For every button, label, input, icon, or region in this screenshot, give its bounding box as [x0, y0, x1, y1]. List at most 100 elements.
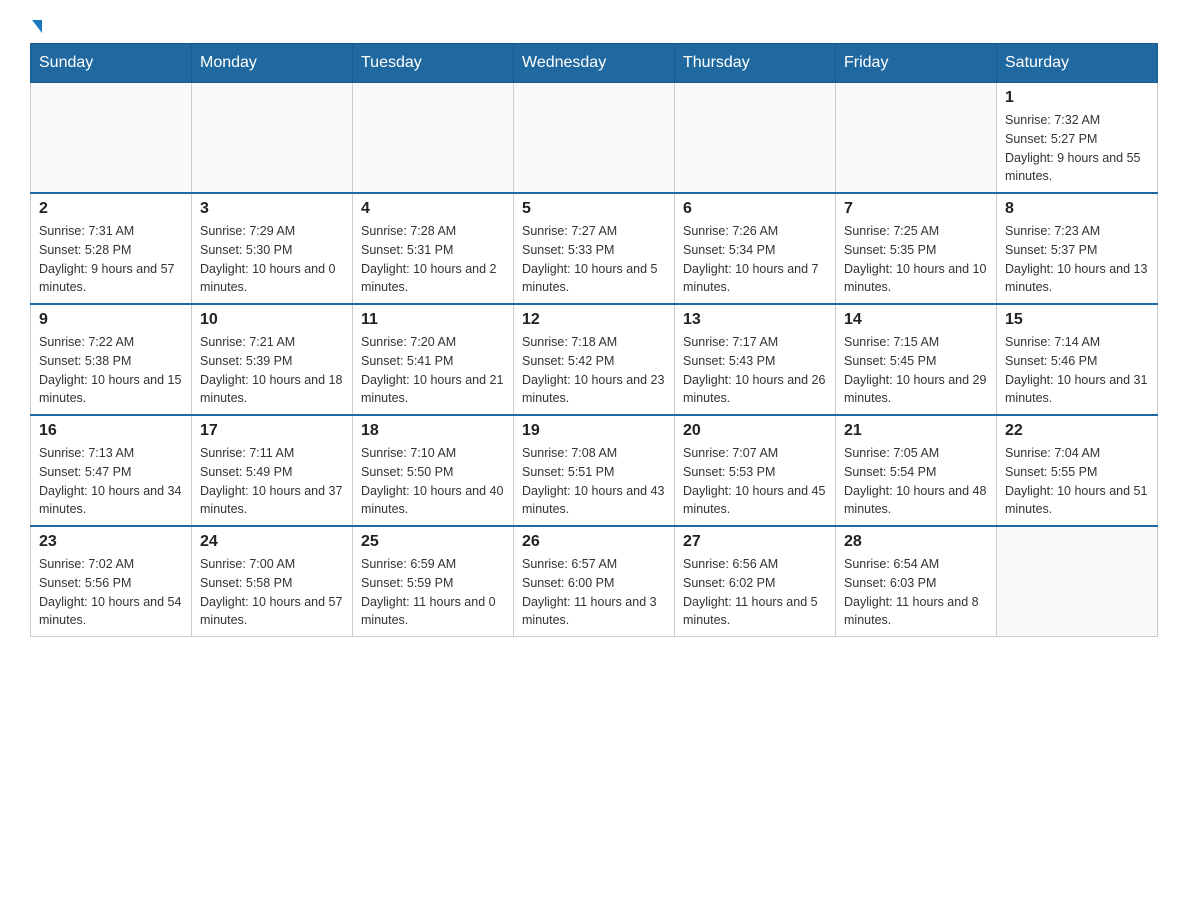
calendar-week-row: 16 Sunrise: 7:13 AMSunset: 5:47 PMDayligh… [31, 415, 1158, 526]
calendar-day-cell: 14 Sunrise: 7:15 AMSunset: 5:45 PMDayligh… [836, 304, 997, 415]
calendar-day-cell: 5 Sunrise: 7:27 AMSunset: 5:33 PMDaylight… [514, 193, 675, 304]
calendar-day-cell [192, 83, 353, 194]
calendar-day-cell: 17 Sunrise: 7:11 AMSunset: 5:49 PMDayligh… [192, 415, 353, 526]
day-number: 3 [200, 200, 344, 218]
day-info: Sunrise: 6:57 AMSunset: 6:00 PMDaylight:… [522, 555, 666, 630]
day-number: 14 [844, 311, 988, 329]
day-number: 7 [844, 200, 988, 218]
day-number: 17 [200, 422, 344, 440]
calendar-day-cell [514, 83, 675, 194]
col-header-monday: Monday [192, 44, 353, 83]
calendar-day-cell: 15 Sunrise: 7:14 AMSunset: 5:46 PMDayligh… [997, 304, 1158, 415]
col-header-sunday: Sunday [31, 44, 192, 83]
calendar-day-cell: 3 Sunrise: 7:29 AMSunset: 5:30 PMDaylight… [192, 193, 353, 304]
day-info: Sunrise: 7:02 AMSunset: 5:56 PMDaylight:… [39, 555, 183, 630]
calendar-day-cell: 19 Sunrise: 7:08 AMSunset: 5:51 PMDayligh… [514, 415, 675, 526]
calendar-day-cell [997, 526, 1158, 637]
day-number: 2 [39, 200, 183, 218]
day-number: 20 [683, 422, 827, 440]
day-number: 21 [844, 422, 988, 440]
day-number: 23 [39, 533, 183, 551]
day-number: 25 [361, 533, 505, 551]
logo [30, 20, 42, 33]
calendar-day-cell: 16 Sunrise: 7:13 AMSunset: 5:47 PMDayligh… [31, 415, 192, 526]
day-info: Sunrise: 7:08 AMSunset: 5:51 PMDaylight:… [522, 444, 666, 519]
calendar-day-cell: 11 Sunrise: 7:20 AMSunset: 5:41 PMDayligh… [353, 304, 514, 415]
day-info: Sunrise: 7:28 AMSunset: 5:31 PMDaylight:… [361, 222, 505, 297]
calendar-day-cell: 8 Sunrise: 7:23 AMSunset: 5:37 PMDaylight… [997, 193, 1158, 304]
day-info: Sunrise: 7:11 AMSunset: 5:49 PMDaylight:… [200, 444, 344, 519]
day-info: Sunrise: 7:22 AMSunset: 5:38 PMDaylight:… [39, 333, 183, 408]
calendar-day-cell: 26Sunrise: 6:57 AMSunset: 6:00 PMDayligh… [514, 526, 675, 637]
calendar-day-cell: 24 Sunrise: 7:00 AMSunset: 5:58 PMDayligh… [192, 526, 353, 637]
calendar-day-cell [31, 83, 192, 194]
day-info: Sunrise: 6:56 AMSunset: 6:02 PMDaylight:… [683, 555, 827, 630]
col-header-tuesday: Tuesday [353, 44, 514, 83]
calendar-header-row: SundayMondayTuesdayWednesdayThursdayFrid… [31, 44, 1158, 83]
calendar-day-cell: 18 Sunrise: 7:10 AMSunset: 5:50 PMDayligh… [353, 415, 514, 526]
calendar-day-cell: 23 Sunrise: 7:02 AMSunset: 5:56 PMDayligh… [31, 526, 192, 637]
calendar-week-row: 1Sunrise: 7:32 AMSunset: 5:27 PMDaylight… [31, 83, 1158, 194]
day-number: 12 [522, 311, 666, 329]
calendar-day-cell: 12 Sunrise: 7:18 AMSunset: 5:42 PMDayligh… [514, 304, 675, 415]
calendar-day-cell [836, 83, 997, 194]
calendar-day-cell: 2 Sunrise: 7:31 AMSunset: 5:28 PMDaylight… [31, 193, 192, 304]
calendar-day-cell: 25 Sunrise: 6:59 AMSunset: 5:59 PMDayligh… [353, 526, 514, 637]
day-info: Sunrise: 7:15 AMSunset: 5:45 PMDaylight:… [844, 333, 988, 408]
calendar-day-cell: 7 Sunrise: 7:25 AMSunset: 5:35 PMDaylight… [836, 193, 997, 304]
calendar-day-cell: 21 Sunrise: 7:05 AMSunset: 5:54 PMDayligh… [836, 415, 997, 526]
day-info: Sunrise: 7:07 AMSunset: 5:53 PMDaylight:… [683, 444, 827, 519]
day-info: Sunrise: 7:17 AMSunset: 5:43 PMDaylight:… [683, 333, 827, 408]
day-info: Sunrise: 7:29 AMSunset: 5:30 PMDaylight:… [200, 222, 344, 297]
day-info: Sunrise: 7:31 AMSunset: 5:28 PMDaylight:… [39, 222, 183, 297]
calendar-week-row: 9 Sunrise: 7:22 AMSunset: 5:38 PMDaylight… [31, 304, 1158, 415]
calendar-day-cell: 10Sunrise: 7:21 AMSunset: 5:39 PMDayligh… [192, 304, 353, 415]
day-info: Sunrise: 7:05 AMSunset: 5:54 PMDaylight:… [844, 444, 988, 519]
col-header-friday: Friday [836, 44, 997, 83]
day-number: 15 [1005, 311, 1149, 329]
day-number: 18 [361, 422, 505, 440]
day-info: Sunrise: 7:04 AMSunset: 5:55 PMDaylight:… [1005, 444, 1149, 519]
col-header-thursday: Thursday [675, 44, 836, 83]
day-number: 19 [522, 422, 666, 440]
day-info: Sunrise: 7:27 AMSunset: 5:33 PMDaylight:… [522, 222, 666, 297]
col-header-saturday: Saturday [997, 44, 1158, 83]
day-info: Sunrise: 7:14 AMSunset: 5:46 PMDaylight:… [1005, 333, 1149, 408]
day-info: Sunrise: 7:00 AMSunset: 5:58 PMDaylight:… [200, 555, 344, 630]
day-number: 1 [1005, 89, 1149, 107]
day-number: 16 [39, 422, 183, 440]
day-number: 9 [39, 311, 183, 329]
day-number: 24 [200, 533, 344, 551]
calendar-day-cell: 22 Sunrise: 7:04 AMSunset: 5:55 PMDayligh… [997, 415, 1158, 526]
calendar-day-cell: 9 Sunrise: 7:22 AMSunset: 5:38 PMDaylight… [31, 304, 192, 415]
calendar-day-cell: 20 Sunrise: 7:07 AMSunset: 5:53 PMDayligh… [675, 415, 836, 526]
day-number: 6 [683, 200, 827, 218]
day-number: 28 [844, 533, 988, 551]
calendar-week-row: 2 Sunrise: 7:31 AMSunset: 5:28 PMDaylight… [31, 193, 1158, 304]
day-info: Sunrise: 7:20 AMSunset: 5:41 PMDaylight:… [361, 333, 505, 408]
calendar-day-cell [353, 83, 514, 194]
calendar-day-cell: 27 Sunrise: 6:56 AMSunset: 6:02 PMDayligh… [675, 526, 836, 637]
day-number: 5 [522, 200, 666, 218]
calendar-day-cell: 6 Sunrise: 7:26 AMSunset: 5:34 PMDaylight… [675, 193, 836, 304]
calendar-table: SundayMondayTuesdayWednesdayThursdayFrid… [30, 43, 1158, 637]
day-number: 8 [1005, 200, 1149, 218]
day-number: 27 [683, 533, 827, 551]
day-info: Sunrise: 7:13 AMSunset: 5:47 PMDaylight:… [39, 444, 183, 519]
page-header [30, 20, 1158, 33]
day-info: Sunrise: 7:18 AMSunset: 5:42 PMDaylight:… [522, 333, 666, 408]
day-number: 22 [1005, 422, 1149, 440]
day-info: Sunrise: 7:23 AMSunset: 5:37 PMDaylight:… [1005, 222, 1149, 297]
day-number: 11 [361, 311, 505, 329]
logo-arrow-icon [32, 20, 42, 33]
day-info: Sunrise: 7:25 AMSunset: 5:35 PMDaylight:… [844, 222, 988, 297]
day-info: Sunrise: 6:59 AMSunset: 5:59 PMDaylight:… [361, 555, 505, 630]
day-number: 4 [361, 200, 505, 218]
day-info: Sunrise: 6:54 AMSunset: 6:03 PMDaylight:… [844, 555, 988, 630]
calendar-day-cell: 4 Sunrise: 7:28 AMSunset: 5:31 PMDaylight… [353, 193, 514, 304]
calendar-day-cell: 1Sunrise: 7:32 AMSunset: 5:27 PMDaylight… [997, 83, 1158, 194]
calendar-day-cell [675, 83, 836, 194]
day-info: Sunrise: 7:26 AMSunset: 5:34 PMDaylight:… [683, 222, 827, 297]
day-info: Sunrise: 7:10 AMSunset: 5:50 PMDaylight:… [361, 444, 505, 519]
calendar-day-cell: 13Sunrise: 7:17 AMSunset: 5:43 PMDayligh… [675, 304, 836, 415]
